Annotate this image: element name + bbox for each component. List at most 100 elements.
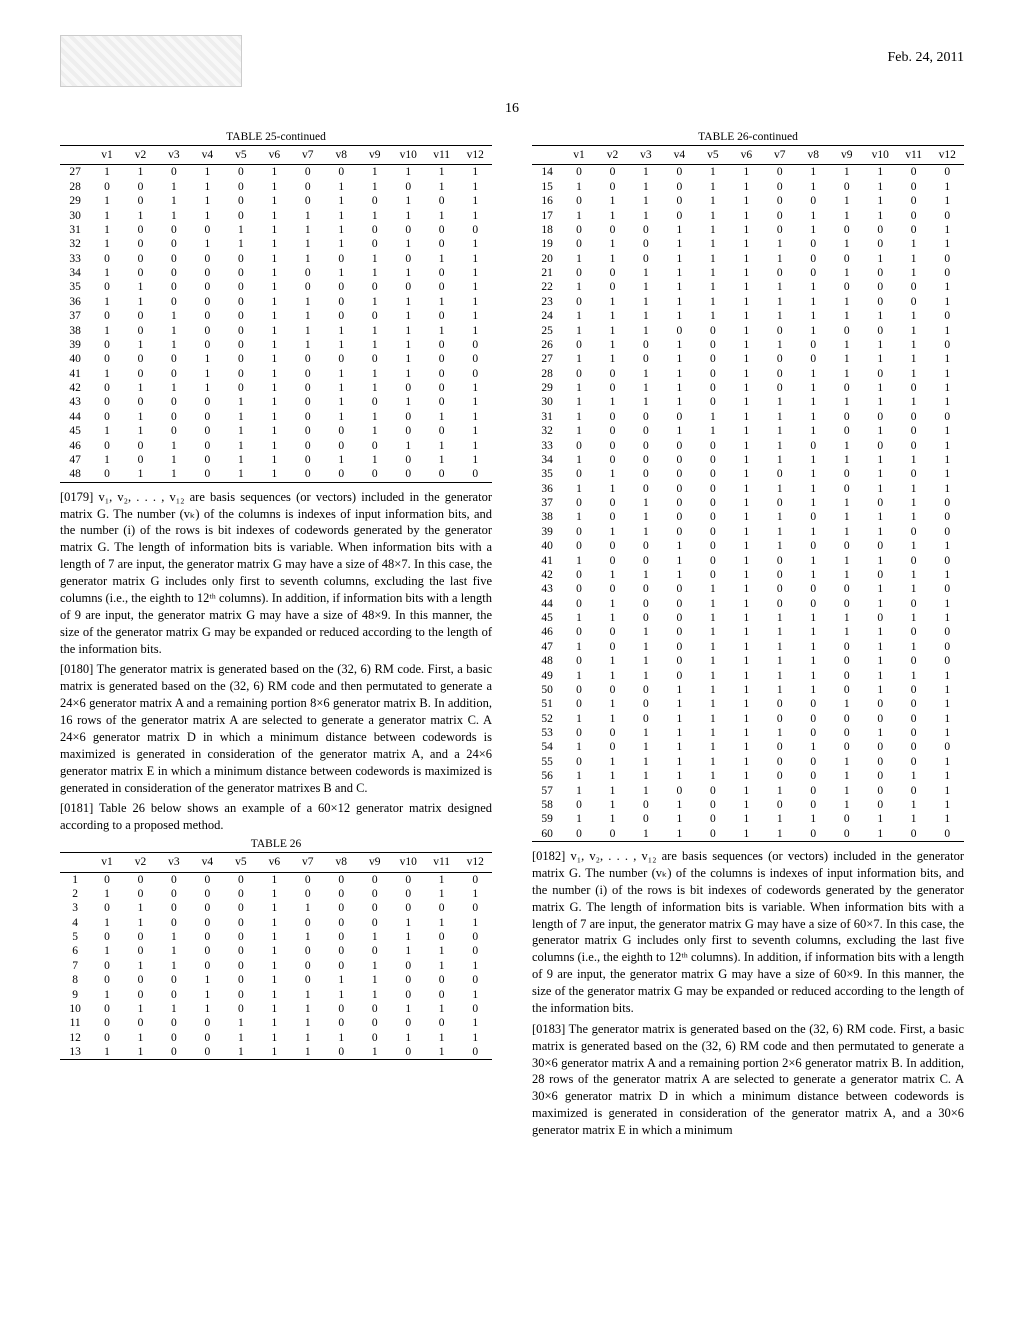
- col-header: v10: [863, 146, 896, 165]
- table-row: 44010011000101: [532, 597, 964, 611]
- table25-caption: TABLE 25-continued: [60, 131, 492, 143]
- table26-caption: TABLE 26: [60, 838, 492, 850]
- para-number: [0182]: [532, 849, 565, 863]
- table-row: 49111011110111: [532, 669, 964, 683]
- table-row: 36110001110111: [532, 482, 964, 496]
- col-header: v1: [562, 146, 595, 165]
- col-header: v1: [90, 853, 123, 872]
- table-row: 36110001101111: [60, 295, 492, 309]
- table-row: 48011011000000: [60, 467, 492, 482]
- table-row: 5001001101100: [60, 930, 492, 944]
- patent-page: US 2011/0043391 A1 Feb. 24, 2011 16 TABL…: [0, 0, 1024, 1320]
- col-header: v2: [124, 146, 157, 165]
- table-row: 6101001000110: [60, 944, 492, 958]
- table-row: 27110101001111: [60, 165, 492, 180]
- col-header: v6: [258, 853, 291, 872]
- table-row: 29101101010101: [532, 381, 964, 395]
- col-header: v5: [696, 146, 729, 165]
- para-text: v₁, v₂, . . . , v₁₂ are basis sequences …: [532, 849, 964, 1015]
- table-row: 43000011010101: [60, 395, 492, 409]
- col-header: v7: [763, 146, 796, 165]
- table-row: 38101001111111: [60, 324, 492, 338]
- table-row: 34100001111111: [532, 453, 964, 467]
- table-row: 29101101010101: [60, 194, 492, 208]
- col-header: v6: [258, 146, 291, 165]
- para-0179: [0179] v₁, v₂, . . . , v₁₂ are basis seq…: [60, 489, 492, 658]
- table-row: 14001011011100: [532, 165, 964, 180]
- para-0180: [0180] The generator matrix is generated…: [60, 661, 492, 796]
- table-row: 4110001000111: [60, 916, 492, 930]
- col-header: [60, 146, 90, 165]
- table-row: 58010101001011: [532, 798, 964, 812]
- table-row: 45110011001001: [60, 424, 492, 438]
- para-text: v₁, v₂, . . . , v₁₂ are basis sequences …: [60, 490, 492, 656]
- para-0182: [0182] v₁, v₂, . . . , v₁₂ are basis seq…: [532, 848, 964, 1017]
- table-row: 57111001101001: [532, 784, 964, 798]
- table-row: 26010101101110: [532, 338, 964, 352]
- table26-part2: v1v2v3v4v5v6v7v8v9v10v11v121400101101110…: [532, 145, 964, 842]
- table-row: 30111101111111: [60, 209, 492, 223]
- table-row: 39011001111100: [532, 525, 964, 539]
- table-row: 31100011110000: [60, 223, 492, 237]
- table-row: 40000101000100: [60, 352, 492, 366]
- table-row: 34100001011101: [60, 266, 492, 280]
- table-row: 23011111111001: [532, 295, 964, 309]
- table-row: 41100101011100: [60, 367, 492, 381]
- table-row: 19010111101011: [532, 237, 964, 251]
- table-row: 37001001011010: [532, 496, 964, 510]
- table-row: 10011101100110: [60, 1002, 492, 1016]
- two-column-body: TABLE 25-continued v1v2v3v4v5v6v7v8v9v10…: [60, 127, 964, 1143]
- table-row: 2100001000011: [60, 887, 492, 901]
- table-row: 22101111110001: [532, 280, 964, 294]
- para-number: [0183]: [532, 1022, 565, 1036]
- table-row: 16011011001101: [532, 194, 964, 208]
- col-header: v7: [291, 853, 324, 872]
- para-number: [0180]: [60, 662, 93, 676]
- table26-caption-continued: TABLE 26-continued: [532, 131, 964, 143]
- table26-part1: v1v2v3v4v5v6v7v8v9v10v11v121000001000010…: [60, 852, 492, 1060]
- table-row: 32100111110101: [532, 424, 964, 438]
- table-row: 32100111110101: [60, 237, 492, 251]
- col-header: v11: [897, 146, 930, 165]
- table-row: 42011101011001: [60, 381, 492, 395]
- table-row: 25111001010011: [532, 324, 964, 338]
- col-header: v3: [629, 146, 662, 165]
- col-header: v4: [663, 146, 696, 165]
- para-text: The generator matrix is generated based …: [60, 662, 492, 794]
- table-row: 43000011000110: [532, 582, 964, 596]
- col-header: v10: [391, 853, 424, 872]
- table-row: 53001111100101: [532, 726, 964, 740]
- col-header: v6: [730, 146, 763, 165]
- table-row: 9100101111001: [60, 988, 492, 1002]
- table-row: 42011101011011: [532, 568, 964, 582]
- para-text: Table 26 below shows an example of a 60×…: [60, 801, 492, 832]
- table-row: 41100101011100: [532, 554, 964, 568]
- table-row: 28001101011011: [532, 367, 964, 381]
- table-row: 46001011111100: [532, 625, 964, 639]
- col-header: v8: [325, 146, 358, 165]
- table-row: 31100011110000: [532, 410, 964, 424]
- para-number: [0179]: [60, 490, 93, 504]
- col-header: v3: [157, 853, 190, 872]
- col-header: v11: [425, 146, 458, 165]
- left-column: TABLE 25-continued v1v2v3v4v5v6v7v8v9v10…: [60, 127, 492, 1143]
- table-row: 15101011010101: [532, 180, 964, 194]
- table-row: 8000101011000: [60, 973, 492, 987]
- patent-drawing-thumbnail: [60, 35, 242, 87]
- table-row: 12010011110111: [60, 1031, 492, 1045]
- col-header: v4: [191, 146, 224, 165]
- col-header: v5: [224, 853, 257, 872]
- table-row: 55011111001001: [532, 755, 964, 769]
- table-row: 46001011000111: [60, 439, 492, 453]
- col-header: v3: [157, 146, 190, 165]
- table-row: 21001111001010: [532, 266, 964, 280]
- publication-date: Feb. 24, 2011: [888, 50, 964, 66]
- col-header: v5: [224, 146, 257, 165]
- col-header: v4: [191, 853, 224, 872]
- table-row: 52110111000001: [532, 712, 964, 726]
- para-0181: [0181] Table 26 below shows an example o…: [60, 800, 492, 834]
- para-0183: [0183] The generator matrix is generated…: [532, 1021, 964, 1139]
- table25: v1v2v3v4v5v6v7v8v9v10v11v122711010100111…: [60, 145, 492, 483]
- col-header: v9: [358, 146, 391, 165]
- table-row: 18000111010001: [532, 223, 964, 237]
